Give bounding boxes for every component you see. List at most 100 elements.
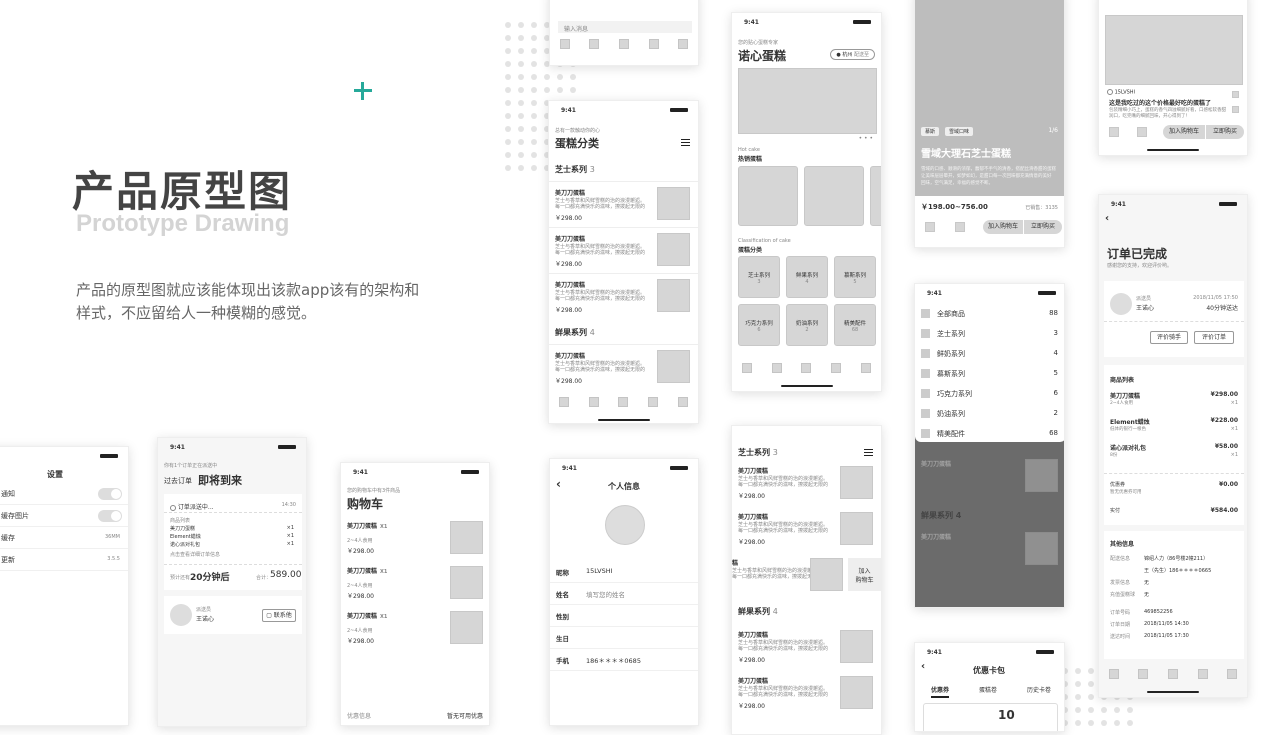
tab-icon[interactable]	[558, 397, 569, 407]
checkbox[interactable]	[921, 369, 930, 378]
tab-icon[interactable]	[559, 39, 570, 49]
tab-icon[interactable]	[588, 397, 599, 407]
review-title: 这是我吃过的这个价格最好吃的蛋糕了	[1109, 100, 1212, 107]
hot-card[interactable]	[804, 166, 864, 226]
filter-item[interactable]: 奶油系列 2	[915, 404, 1064, 424]
checkbox[interactable]	[921, 329, 930, 338]
menu-icon[interactable]	[864, 449, 873, 456]
category-card[interactable]: 慕斯系列 5	[834, 256, 876, 298]
filter-item[interactable]: 全部商品 88	[915, 304, 1064, 324]
tab-icon[interactable]	[618, 39, 629, 49]
swipe-add-cart-button[interactable]: 加入 购物车	[848, 558, 881, 591]
buy-now-button[interactable]: 立即购买	[1024, 220, 1062, 234]
filter-item[interactable]: 巧克力系列 6	[915, 384, 1064, 404]
rate-courier-button[interactable]: 评价骑手	[1150, 331, 1188, 344]
swiped-item[interactable]: 糕 芝士与香草和风鲜雪糕的治的浪漫邂逅。 每一口都充满快乐的滋味，撩拨起无限的 …	[732, 554, 881, 594]
toggle[interactable]	[98, 488, 122, 500]
tab-icon[interactable]	[589, 39, 600, 49]
share-icon[interactable]	[1137, 127, 1147, 137]
avatar[interactable]	[605, 505, 645, 545]
tab-icon[interactable]	[678, 39, 689, 49]
product-item[interactable]: 美刀刀蛋糕 芝士与香草和风鲜雪糕的治的浪漫邂逅。 每一口都充满快乐的滋味，撩拨起…	[549, 181, 698, 227]
rate-order-button[interactable]: 评价订单	[1194, 331, 1234, 344]
tab-icon[interactable]	[831, 363, 842, 373]
category-card[interactable]: 鲜果系列 4	[786, 256, 828, 298]
menu-icon[interactable]	[681, 139, 690, 146]
category-card[interactable]: 芝士系列 3	[738, 256, 780, 298]
city-selector[interactable]: ● 杭州 配送至	[830, 49, 875, 60]
filter-item[interactable]: 精美配件 68	[915, 424, 1064, 444]
tab-icon[interactable]	[1138, 669, 1149, 679]
tab-cake-rolls[interactable]: 蛋糕卷	[979, 685, 997, 694]
cart-item[interactable]: 美刀刀蛋糕 X1 2~4人食用 ￥298.00	[341, 564, 489, 606]
filter-item[interactable]: 鲜奶系列 4	[915, 344, 1064, 364]
tab-icon[interactable]	[1227, 669, 1238, 679]
comment-icon[interactable]	[1232, 106, 1239, 113]
past-orders-link[interactable]: 过去订单	[164, 476, 192, 486]
tab-icon[interactable]	[741, 363, 752, 373]
product-item[interactable]: 美刀刀蛋糕 芝士与香草和风鲜雪糕的治的浪漫邂逅。 每一口都充满快乐的滋味，撩拨起无限…	[732, 626, 881, 672]
category-card[interactable]: 奶油系列 2	[786, 304, 828, 346]
share-icon[interactable]	[955, 222, 965, 232]
add-to-cart-button[interactable]: 加入购物车	[983, 220, 1023, 234]
tab-icon[interactable]	[648, 39, 659, 49]
checkbox[interactable]	[921, 349, 930, 358]
status-time: 9:41	[562, 465, 577, 472]
profile-field[interactable]: 姓名 填写您的姓名	[550, 583, 698, 605]
settings-row[interactable]: 缓存 36MM	[0, 527, 128, 549]
home-banner[interactable]	[738, 68, 877, 134]
checkbox[interactable]	[921, 409, 930, 418]
tab-icon[interactable]	[801, 363, 812, 373]
product-item[interactable]: 美刀刀蛋糕 芝士与香草和风鲜雪糕的治的浪漫邂逅。 每一口都充满快乐的滋味，撩拨起无限…	[732, 462, 881, 508]
tab-history[interactable]: 历史卡卷	[1027, 685, 1051, 694]
product-item[interactable]: 美刀刀蛋糕 芝士与香草和风鲜雪糕的治的浪漫邂逅。 每一口都充满快乐的滋味，撩拨起…	[549, 227, 698, 273]
category-card[interactable]: 精美配件 68	[834, 304, 876, 346]
product-image	[657, 233, 690, 266]
filter-item[interactable]: 芝士系列 3	[915, 324, 1064, 344]
settings-row[interactable]: 缓存图片	[0, 505, 128, 527]
like-icon[interactable]	[1232, 91, 1239, 98]
checkbox[interactable]	[921, 429, 930, 438]
filter-item[interactable]: 慕斯系列 5	[915, 364, 1064, 384]
back-icon[interactable]: ‹	[556, 477, 561, 491]
profile-field[interactable]: 生日	[550, 627, 698, 649]
product-item[interactable]: 美刀刀蛋糕 芝士与香草和风鲜雪糕的治的浪漫邂逅。 每一口都充满快乐的滋味，撩拨起无限…	[732, 508, 881, 554]
message-input[interactable]: 输入消息	[558, 21, 692, 33]
checkbox[interactable]	[921, 309, 930, 318]
settings-row[interactable]: 通知	[0, 483, 128, 505]
tab-icon[interactable]	[771, 363, 782, 373]
back-icon[interactable]: ‹	[1105, 213, 1109, 224]
hot-card[interactable]	[738, 166, 798, 226]
category-card[interactable]: 巧克力系列 6	[738, 304, 780, 346]
profile-field[interactable]: 性别	[550, 605, 698, 627]
product-item[interactable]: 美刀刀蛋糕 芝士与香草和风鲜雪糕的治的浪漫邂逅。 每一口都充满快乐的滋味，撩拨起无限…	[732, 672, 881, 718]
product-image	[450, 521, 483, 554]
product-image	[840, 512, 873, 545]
tab-icon[interactable]	[861, 363, 872, 373]
back-icon[interactable]: ‹	[921, 661, 925, 672]
profile-field[interactable]: 手机 186＊＊＊＊0685	[550, 649, 698, 671]
fav-icon[interactable]	[1109, 127, 1119, 137]
tab-icon[interactable]	[648, 397, 659, 407]
hot-card[interactable]	[870, 166, 881, 226]
coupon-card[interactable]: 10	[923, 703, 1058, 731]
product-item[interactable]: 美刀刀蛋糕 芝士与香草和风鲜雪糕的治的浪漫邂逅。 每一口都充满快乐的滋味，撩拨起…	[549, 344, 698, 390]
product-image	[450, 611, 483, 644]
cart-item[interactable]: 美刀刀蛋糕 X1 2~4人食用 ￥298.00	[341, 609, 489, 651]
profile-field[interactable]: 昵称 15LVSHI	[550, 561, 698, 583]
fav-icon[interactable]	[925, 222, 935, 232]
settings-row[interactable]: 更新 3.5.5	[0, 549, 128, 571]
checkbox[interactable]	[921, 389, 930, 398]
tab-icon[interactable]	[1167, 669, 1178, 679]
tab-icon[interactable]	[618, 397, 629, 407]
tab-icon[interactable]	[678, 397, 689, 407]
buy-now-button[interactable]: 立即购买	[1206, 125, 1244, 139]
add-to-cart-button[interactable]: 加入购物车	[1163, 125, 1205, 139]
cart-item[interactable]: 美刀刀蛋糕 X1 2~4人食用 ￥298.00	[341, 519, 489, 561]
tab-icon[interactable]	[1108, 669, 1119, 679]
contact-button[interactable]: ▢ 联系他	[262, 609, 296, 622]
toggle[interactable]	[98, 510, 122, 522]
product-item[interactable]: 美刀刀蛋糕 芝士与香草和风鲜雪糕的治的浪漫邂逅。 每一口都充满快乐的滋味，撩拨起…	[549, 273, 698, 319]
tab-coupons[interactable]: 优惠券	[931, 685, 950, 698]
tab-icon[interactable]	[1197, 669, 1208, 679]
